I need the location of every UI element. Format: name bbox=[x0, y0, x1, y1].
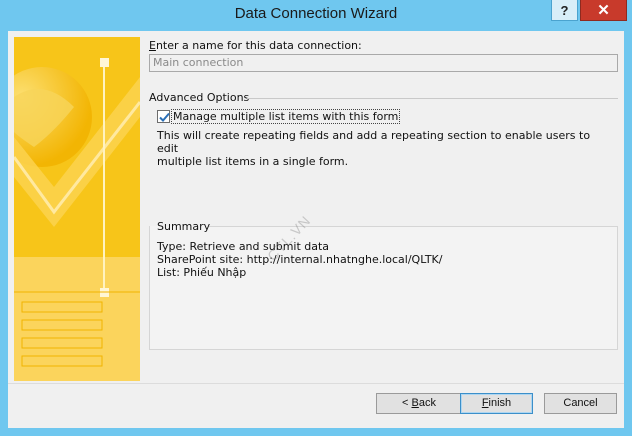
connection-name-input[interactable]: Main connection bbox=[149, 54, 618, 72]
advanced-options-legend: Advanced Options bbox=[149, 91, 250, 104]
finish-button[interactable]: Finish bbox=[460, 393, 533, 414]
description-line-2: multiple list items in a single form. bbox=[157, 155, 349, 168]
wizard-banner-illustration bbox=[14, 37, 140, 381]
window-title: Data Connection Wizard bbox=[234, 5, 398, 22]
back-rest: ack bbox=[418, 397, 436, 409]
wizard-content: Enter a name for this data connection: M… bbox=[149, 37, 619, 381]
description-line-1: This will create repeating fields and ad… bbox=[157, 129, 591, 155]
checkmark-icon bbox=[159, 112, 170, 122]
finish-accel: F bbox=[481, 397, 489, 409]
summary-type: Type: Retrieve and submit data bbox=[157, 240, 330, 253]
close-button[interactable]: ✕ bbox=[580, 0, 627, 21]
summary-divider bbox=[209, 226, 618, 227]
manage-multiple-label[interactable]: Manage multiple list items with this for… bbox=[171, 109, 401, 124]
summary-site: SharePoint site: http://internal.nhatngh… bbox=[157, 253, 443, 266]
manage-multiple-checkbox[interactable] bbox=[157, 110, 170, 123]
wizard-window: Data Connection Wizard ? ✕ Enter a name … bbox=[0, 0, 632, 436]
back-button[interactable]: < Back bbox=[376, 393, 462, 414]
label-text: nter a name for this data connection: bbox=[155, 39, 362, 52]
advanced-description: This will create repeating fields and ad… bbox=[157, 129, 607, 168]
button-separator bbox=[8, 383, 624, 384]
finish-rest: inish bbox=[488, 397, 512, 409]
help-button[interactable]: ? bbox=[551, 0, 578, 21]
globe-checkmark-icon bbox=[14, 37, 140, 381]
summary-text: Type: Retrieve and submit data SharePoin… bbox=[157, 240, 442, 279]
title-bar[interactable]: Data Connection Wizard ? ✕ bbox=[0, 0, 632, 30]
connection-name-label: Enter a name for this data connection: bbox=[149, 39, 362, 52]
accel-key: E bbox=[149, 39, 156, 52]
dialog-client-area: Enter a name for this data connection: M… bbox=[8, 31, 624, 428]
group-divider bbox=[247, 98, 618, 99]
summary-legend: Summary bbox=[157, 220, 211, 233]
back-prefix: < bbox=[402, 397, 412, 409]
cancel-button[interactable]: Cancel bbox=[544, 393, 617, 414]
summary-list: List: Phiếu Nhập bbox=[157, 266, 247, 279]
back-accel: B bbox=[411, 397, 419, 409]
